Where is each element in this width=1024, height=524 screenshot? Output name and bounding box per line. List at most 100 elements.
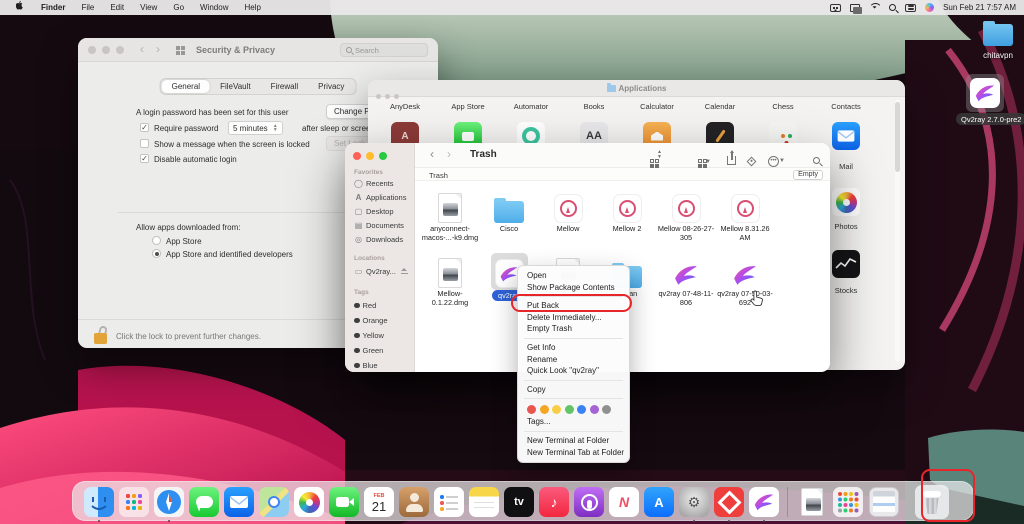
- require-password-checkbox[interactable]: ✓: [140, 123, 149, 132]
- dock-notes[interactable]: [469, 487, 499, 517]
- sidebar-tag-blue[interactable]: Blue: [354, 361, 378, 370]
- interval-dropdown[interactable]: 5 minutes▲▼: [228, 121, 283, 135]
- tab-filevault[interactable]: FileVault: [210, 80, 261, 93]
- menu-item-show-package-contents[interactable]: Show Package Contents: [518, 282, 629, 294]
- dock-applications-stack[interactable]: [833, 487, 863, 517]
- radio-identified-developers[interactable]: [152, 249, 161, 258]
- input-source-icon[interactable]: [830, 4, 841, 12]
- app-label-chess[interactable]: Chess: [753, 102, 813, 111]
- tag-green-icon[interactable]: [565, 405, 574, 414]
- app-label-calendar[interactable]: Calendar: [690, 102, 750, 111]
- file-mellow-2[interactable]: Mellow 2: [598, 190, 656, 234]
- zoom-button[interactable]: [116, 46, 124, 54]
- sidebar-tag-yellow[interactable]: Yellow: [354, 331, 384, 340]
- app-label-contacts[interactable]: Contacts: [816, 102, 876, 111]
- menu-item-open[interactable]: Open: [518, 270, 629, 282]
- tab-privacy[interactable]: Privacy: [308, 80, 354, 93]
- empty-trash-button[interactable]: Empty: [793, 170, 823, 180]
- dock-photos[interactable]: [294, 487, 324, 517]
- view-options-icon[interactable]: ▼: [698, 150, 711, 168]
- scrollbar-thumb[interactable]: [895, 102, 900, 172]
- close-button[interactable]: [88, 46, 96, 54]
- dock-finder[interactable]: [84, 487, 114, 517]
- file-mellow-dmg[interactable]: Mellow-0.1.22.dmg: [421, 255, 479, 307]
- file-mellow-4[interactable]: Mellow 8.31.26 AM: [716, 190, 774, 242]
- app-icon-photos[interactable]: [832, 188, 860, 216]
- dock-maps[interactable]: [259, 487, 289, 517]
- file-qv2ray-screenshot-2[interactable]: qv2ray 07-50-03-692: [716, 255, 774, 307]
- sidebar-item-desktop[interactable]: ▢Desktop: [354, 207, 394, 216]
- menu-item-rename[interactable]: Rename: [518, 354, 629, 366]
- menu-item-quick-look[interactable]: Quick Look "qv2ray": [518, 365, 629, 377]
- app-icon-mail[interactable]: [832, 122, 860, 150]
- menu-item-new-terminal[interactable]: New Terminal at Folder: [518, 435, 629, 447]
- menu-item-new-terminal-tab[interactable]: New Terminal Tab at Folder: [518, 447, 629, 459]
- dock-minimized-window[interactable]: [869, 487, 899, 517]
- tab-firewall[interactable]: Firewall: [261, 80, 309, 93]
- security-search-field[interactable]: Search: [340, 43, 428, 57]
- app-icon-stocks[interactable]: [832, 250, 860, 278]
- forward-icon[interactable]: ›: [156, 42, 160, 56]
- dock-dmg-file[interactable]: [797, 487, 827, 517]
- dock-music[interactable]: ♪: [539, 487, 569, 517]
- back-icon[interactable]: ‹: [430, 147, 434, 161]
- app-label-books[interactable]: Books: [564, 102, 624, 111]
- menu-item-delete-immediately[interactable]: Delete Immediately...: [518, 312, 629, 324]
- control-center-icon[interactable]: [905, 4, 916, 12]
- menu-help[interactable]: Help: [236, 3, 268, 12]
- siri-icon[interactable]: [925, 3, 934, 12]
- app-label-appstore[interactable]: App Store: [438, 102, 498, 111]
- app-label-anydesk[interactable]: AnyDesk: [375, 102, 435, 111]
- icon-size-control[interactable]: ▲▼: [650, 150, 662, 168]
- menu-item-copy[interactable]: Copy: [518, 384, 629, 396]
- dock-news[interactable]: N: [609, 487, 639, 517]
- dock-system-preferences[interactable]: ⚙: [679, 487, 709, 517]
- screen-mirroring-icon[interactable]: [850, 4, 860, 12]
- file-qv2ray-screenshot-1[interactable]: qv2ray 07-48-11-806: [657, 255, 715, 307]
- app-label-calculator[interactable]: Calculator: [627, 102, 687, 111]
- dock-facetime[interactable]: [329, 487, 359, 517]
- file-mellow[interactable]: Mellow: [539, 190, 597, 234]
- back-icon[interactable]: ‹: [140, 42, 144, 56]
- more-actions-icon[interactable]: •••▼: [768, 149, 785, 167]
- sidebar-item-recents[interactable]: ◯Recents: [354, 179, 394, 188]
- tag-blue-icon[interactable]: [577, 405, 586, 414]
- show-all-grid-icon[interactable]: [176, 46, 180, 50]
- show-message-checkbox[interactable]: [140, 139, 149, 148]
- dock-launchpad[interactable]: [119, 487, 149, 517]
- menu-window[interactable]: Window: [192, 3, 236, 12]
- radio-app-store[interactable]: [152, 236, 161, 245]
- sidebar-item-downloads[interactable]: ◎Downloads: [354, 235, 403, 244]
- dock-contacts[interactable]: [399, 487, 429, 517]
- minimize-button[interactable]: [366, 152, 374, 160]
- menu-go[interactable]: Go: [165, 3, 192, 12]
- dock-messages[interactable]: [189, 487, 219, 517]
- spotlight-icon[interactable]: [889, 4, 896, 11]
- tag-red-icon[interactable]: [527, 405, 536, 414]
- dock-calendar[interactable]: FEB21: [364, 487, 394, 517]
- tab-general[interactable]: General: [162, 80, 210, 93]
- dock-anydesk[interactable]: [714, 487, 744, 517]
- unlocked-lock-icon[interactable]: [94, 326, 108, 344]
- menu-app-name[interactable]: Finder: [33, 3, 73, 12]
- sidebar-item-documents[interactable]: ▤Documents: [354, 221, 404, 230]
- sidebar-item-applications[interactable]: AApplications: [354, 193, 406, 202]
- menu-edit[interactable]: Edit: [102, 3, 132, 12]
- menu-file[interactable]: File: [73, 3, 102, 12]
- dock-mail[interactable]: [224, 487, 254, 517]
- sidebar-tag-green[interactable]: Green: [354, 346, 383, 355]
- minimize-button[interactable]: [102, 46, 110, 54]
- eject-icon[interactable]: [401, 268, 408, 275]
- menu-item-tags[interactable]: Tags...: [518, 416, 629, 428]
- file-mellow-3[interactable]: Mellow 08-26-27-305: [657, 190, 715, 242]
- tag-yellow-icon[interactable]: [552, 405, 561, 414]
- close-button[interactable]: [353, 152, 361, 160]
- dock-reminders[interactable]: [434, 487, 464, 517]
- menu-view[interactable]: View: [132, 3, 165, 12]
- wifi-icon[interactable]: [869, 3, 880, 12]
- sidebar-tag-red[interactable]: Red: [354, 301, 376, 310]
- app-label-automator[interactable]: Automator: [501, 102, 561, 111]
- zoom-button[interactable]: [379, 152, 387, 160]
- tag-orange-icon[interactable]: [540, 405, 549, 414]
- menu-item-empty-trash[interactable]: Empty Trash: [518, 323, 629, 335]
